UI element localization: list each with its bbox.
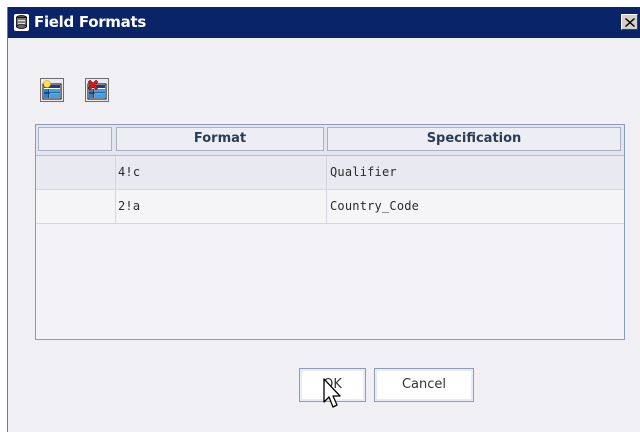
column-divider (115, 156, 116, 224)
database-icon (13, 14, 30, 31)
specification-cell[interactable]: Country_Code (330, 190, 419, 223)
field-formats-dialog: Field Formats Format Specification 4!c Q… (7, 7, 640, 432)
close-icon (625, 18, 635, 27)
delete-row-icon (87, 80, 107, 100)
add-row-button[interactable] (40, 78, 64, 102)
column-header-row-selector[interactable] (38, 127, 112, 151)
table-row[interactable]: 4!c Qualifier (36, 156, 624, 190)
column-header-specification[interactable]: Specification (327, 127, 621, 151)
table-header: Format Specification (36, 125, 624, 156)
table-row[interactable]: 2!a Country_Code (36, 190, 624, 224)
column-header-format[interactable]: Format (116, 127, 324, 151)
cancel-button[interactable]: Cancel (374, 368, 474, 402)
page-background (0, 0, 640, 6)
format-cell[interactable]: 4!c (118, 156, 140, 189)
title-bar[interactable]: Field Formats (8, 7, 640, 38)
specification-cell[interactable]: Qualifier (330, 156, 397, 189)
field-formats-table: Format Specification 4!c Qualifier 2!a C… (35, 124, 625, 340)
format-cell[interactable]: 2!a (118, 190, 140, 223)
close-button[interactable] (621, 14, 638, 30)
delete-row-button[interactable] (85, 78, 109, 102)
dialog-title: Field Formats (34, 13, 146, 31)
add-row-icon (42, 80, 62, 100)
column-divider (326, 156, 327, 224)
mouse-pointer-icon (323, 378, 341, 408)
